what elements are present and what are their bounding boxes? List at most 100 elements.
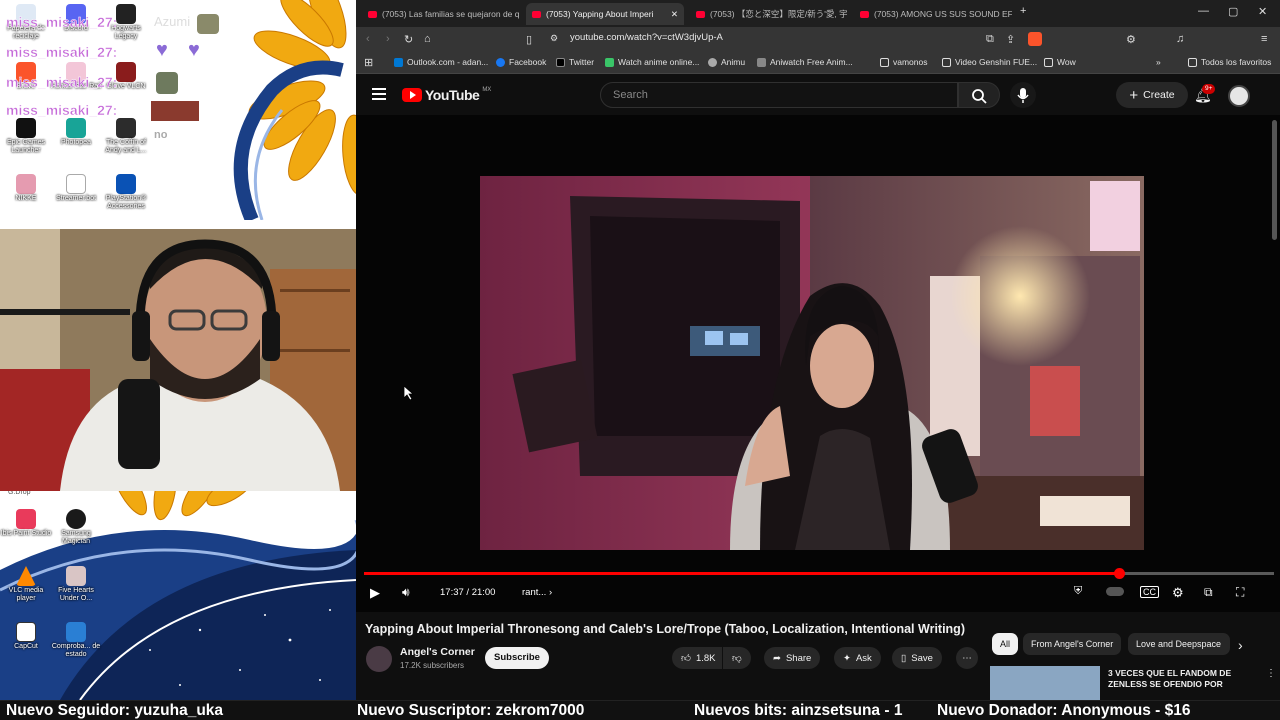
bookmark-item[interactable]: Twitter <box>556 57 594 67</box>
plus-icon: + <box>1129 86 1139 104</box>
desktop-icon-label: Samsung Magician <box>61 530 91 545</box>
play-button[interactable]: ▶ <box>370 585 380 601</box>
subtitles-icon[interactable]: CC <box>1140 586 1159 598</box>
chevron-right-icon[interactable]: › <box>1238 637 1243 653</box>
more-icon[interactable]: ⋮ <box>1266 668 1276 679</box>
share-page-icon[interactable]: ⇪ <box>1006 33 1015 46</box>
playstation-icon <box>116 174 136 194</box>
desktop-icon-nikke[interactable]: NIKKE <box>0 174 52 203</box>
thumbs-up-icon: 👍︎ <box>681 653 691 664</box>
chat-username: miss_misaki_27: <box>6 14 118 30</box>
desktop-icon-samsung[interactable]: Samsung Magician <box>50 509 102 546</box>
desktop-icon-ibis[interactable]: Ibis Paint Studio <box>0 509 52 538</box>
desktop-icon-label: PlayStation® Accessories <box>105 195 147 210</box>
desktop-icon-game-2[interactable]: The Coffin of Andy and L... <box>100 118 152 155</box>
desktop-icon-epic[interactable]: Epic Games Launcher <box>0 118 52 155</box>
video-player[interactable] <box>356 115 1280 612</box>
minimize-icon[interactable]: — <box>1198 5 1209 17</box>
facebook-icon <box>496 57 505 67</box>
channel-name[interactable]: Angel's Corner <box>400 646 475 658</box>
dislike-button[interactable]: 👎︎ <box>723 647 751 669</box>
desktop-icon-game-3[interactable]: Five Hearts Under O... <box>50 566 102 603</box>
capcut-icon <box>16 622 36 642</box>
chip-topic[interactable]: Love and Deepspace <box>1128 633 1230 655</box>
voice-search-button[interactable] <box>1010 82 1036 108</box>
chapter-button[interactable]: rant... › <box>522 587 552 598</box>
search-input[interactable]: Search <box>600 82 958 108</box>
browser-tab[interactable]: (7053) 【恋と深空】限定/新う'愛, 宇宙 <box>690 3 848 25</box>
more-bookmarks-icon[interactable]: » <box>1156 57 1161 67</box>
browser-tab[interactable]: (7053) AMONG US SUS SOUND EFFE <box>854 3 1012 25</box>
bookmark-item[interactable]: Aniwatch Free Anim... <box>757 57 853 67</box>
desktop-icon-label: Epic Games Launcher <box>6 139 46 154</box>
desktop-icon-streamerbot[interactable]: Streamer.bot <box>50 174 102 203</box>
bookmark-folder[interactable]: Wow <box>1044 57 1076 67</box>
bookmark-item[interactable]: Animu <box>708 57 745 67</box>
bookmark-icon[interactable]: ▯ <box>526 33 532 46</box>
share-icon: ➦ <box>773 652 781 664</box>
desktop-icon-playstation[interactable]: PlayStation® Accessories <box>100 174 152 211</box>
chat-username: miss_misaki_27: <box>6 102 118 118</box>
progress-bar[interactable] <box>364 568 1274 579</box>
back-icon[interactable]: ‹ <box>366 33 370 45</box>
premium-shield-icon[interactable]: ⛨ <box>1074 585 1082 598</box>
menu-icon[interactable]: ≡ <box>1261 33 1267 45</box>
bookmark-item[interactable]: Outlook.com - adan... <box>394 57 488 67</box>
install-icon[interactable]: ⧉ <box>986 33 994 46</box>
ask-button[interactable]: ✦ Ask <box>834 647 881 669</box>
browser-tab-active[interactable]: (7053) Yapping About Imperi ✕ <box>526 3 684 25</box>
close-window-icon[interactable]: ✕ <box>1258 5 1267 18</box>
site-info-icon[interactable]: ⚙ <box>550 33 558 44</box>
hamburger-menu-icon[interactable] <box>372 88 386 100</box>
apps-icon[interactable]: ⊞ <box>364 56 373 69</box>
search-button[interactable] <box>958 82 1000 108</box>
recommended-video[interactable]: 3 VECES QUE EL FANDOM DE ZENLESS SE OFEN… <box>990 666 1280 700</box>
more-actions-button[interactable]: ⋯ <box>956 647 978 669</box>
new-tab-icon[interactable]: + <box>1020 5 1026 17</box>
chip-from-channel[interactable]: From Angel's Corner <box>1023 633 1122 655</box>
page-scrollbar[interactable] <box>1272 120 1277 240</box>
desktop-icon-health-check[interactable]: Comproba... de estado <box>50 622 102 659</box>
channel-avatar[interactable] <box>366 646 392 672</box>
bookmark-folder[interactable]: vamonos <box>880 57 928 67</box>
brave-shield-icon[interactable] <box>1028 32 1042 46</box>
desktop-icon-vlc[interactable]: VLC media player <box>0 566 52 603</box>
bookmark-folder[interactable]: Video Genshin FUE... <box>942 57 1037 67</box>
video-title: Yapping About Imperial Thronesong and Ca… <box>365 622 965 636</box>
youtube-logo[interactable]: YouTube MX <box>402 87 491 103</box>
maximize-icon[interactable]: ▢ <box>1228 5 1238 18</box>
account-avatar[interactable] <box>1228 85 1250 107</box>
game-icon <box>66 566 86 586</box>
home-icon[interactable]: ⌂ <box>424 33 431 45</box>
fullscreen-icon[interactable]: ⛶ <box>1236 585 1244 600</box>
folder-icon <box>1044 57 1053 67</box>
extensions-icon[interactable]: ⚙ <box>1126 33 1136 46</box>
bookmark-item[interactable]: Facebook <box>496 57 546 67</box>
music-icon[interactable]: ♫ <box>1176 33 1184 45</box>
desktop-icon-photopea[interactable]: Photopea <box>50 118 102 147</box>
autoplay-toggle[interactable] <box>1106 587 1124 596</box>
address-bar[interactable]: youtube.com/watch?v=ctW3djvUp-A <box>570 32 723 43</box>
youtube-favicon-icon <box>532 10 541 18</box>
forward-icon[interactable]: › <box>386 33 390 45</box>
settings-icon[interactable]: ⚙ <box>1172 585 1184 601</box>
all-bookmarks-folder[interactable]: Todos los favoritos <box>1188 57 1271 67</box>
volume-button[interactable]: 🔊︎ <box>402 585 410 600</box>
miniplayer-icon[interactable]: ⧉ <box>1204 585 1213 600</box>
like-button[interactable]: 👍︎ 1.8K <box>672 647 722 669</box>
stream-alerts-ticker: Nuevo Seguidor: yuzuha_uka Nuevo Suscrip… <box>0 700 1280 720</box>
chip-all[interactable]: All <box>992 633 1019 655</box>
browser-tab[interactable]: (7053) Las familias se quejaron de qu <box>362 3 520 25</box>
subscribe-button[interactable]: Subscribe <box>485 647 549 669</box>
play-icon: ▶ <box>370 585 380 600</box>
save-button[interactable]: ▯ Save <box>892 647 942 669</box>
reload-icon[interactable]: ↻ <box>404 33 413 46</box>
folder-icon <box>1188 57 1197 67</box>
subscriber-count: 17.2K subscribers <box>400 661 465 670</box>
desktop-icon-capcut[interactable]: CapCut <box>0 622 52 651</box>
bookmark-item[interactable]: Watch anime online... <box>605 57 699 67</box>
create-button[interactable]: + Create <box>1116 82 1188 108</box>
close-tab-icon[interactable]: ✕ <box>671 9 678 20</box>
share-button[interactable]: ➦ Share <box>764 647 821 669</box>
chat-username: miss_misaki_27: <box>6 74 118 90</box>
